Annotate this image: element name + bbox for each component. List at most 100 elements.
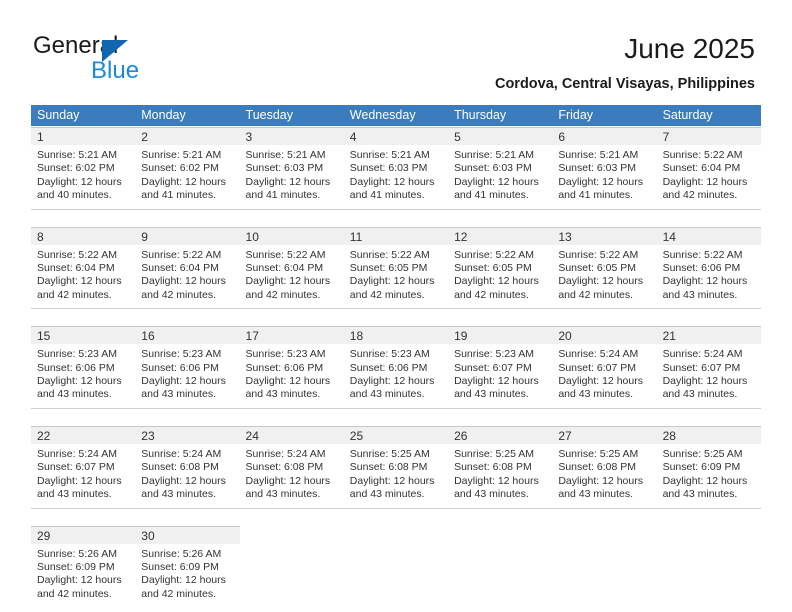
day-cell[interactable]: 18 Sunrise: 5:23 AM Sunset: 6:06 PM Dayl…: [343, 326, 449, 408]
day-cell[interactable]: 6 Sunrise: 5:21 AM Sunset: 6:03 PM Dayli…: [552, 127, 657, 209]
day-number: 25: [349, 428, 364, 443]
sunrise-line: Sunrise: 5:21 AM: [141, 149, 222, 161]
weekday-header-saturday: Saturday: [662, 108, 713, 122]
day-cell[interactable]: 23 Sunrise: 5:24 AM Sunset: 6:08 PM Dayl…: [135, 425, 240, 508]
day-number: 20: [558, 329, 572, 344]
sunset-line: Sunset: 6:06 PM: [662, 262, 741, 275]
day-details: Sunrise: 5:21 AM Sunset: 6:03 PM Dayligh…: [448, 145, 552, 209]
daylight-line-1: Daylight: 12 hours: [349, 474, 435, 487]
day-details: Sunrise: 5:21 AM Sunset: 6:03 PM Dayligh…: [344, 145, 448, 209]
day-details: Sunrise: 5:21 AM Sunset: 6:02 PM Dayligh…: [135, 145, 239, 209]
sunset-line: Sunset: 6:04 PM: [245, 262, 324, 275]
daylight-line-2: and 41 minutes.: [454, 189, 529, 202]
daylight-line-1: Daylight: 12 hours: [37, 375, 122, 388]
day-number: 26: [454, 428, 468, 443]
day-number: 29: [37, 528, 51, 543]
day-cell[interactable]: 27 Sunrise: 5:25 AM Sunset: 6:08 PM Dayl…: [552, 425, 657, 508]
sunset-line: Sunset: 6:09 PM: [662, 461, 741, 474]
day-cell[interactable]: 15 Sunrise: 5:23 AM Sunset: 6:06 PM Dayl…: [31, 326, 136, 408]
sunset-line: Sunset: 6:04 PM: [662, 162, 741, 175]
day-number-bar: 28: [656, 425, 761, 444]
day-details: Sunrise: 5:24 AM Sunset: 6:07 PM Dayligh…: [31, 444, 135, 508]
day-number-bar: 19: [448, 326, 553, 345]
day-cell[interactable]: 4 Sunrise: 5:21 AM Sunset: 6:03 PM Dayli…: [343, 127, 449, 209]
day-cell[interactable]: 29 Sunrise: 5:26 AM Sunset: 6:09 PM Dayl…: [31, 525, 136, 608]
day-cell[interactable]: 20 Sunrise: 5:24 AM Sunset: 6:07 PM Dayl…: [552, 326, 657, 408]
sunset-line: Sunset: 6:07 PM: [558, 361, 636, 374]
sunset-line: Sunset: 6:09 PM: [37, 560, 115, 573]
day-cell[interactable]: 5 Sunrise: 5:21 AM Sunset: 6:03 PM Dayli…: [448, 127, 553, 209]
sunrise-line: Sunrise: 5:25 AM: [662, 447, 743, 460]
day-number: 15: [37, 329, 51, 344]
day-details: Sunrise: 5:22 AM Sunset: 6:04 PM Dayligh…: [657, 145, 761, 209]
weekday-header-friday: Friday: [558, 108, 594, 122]
sunrise-line: Sunrise: 5:22 AM: [349, 248, 430, 261]
daylight-line-2: and 42 minutes.: [245, 288, 321, 301]
sunrise-line: Sunrise: 5:24 AM: [37, 447, 117, 460]
day-cell[interactable]: 8 Sunrise: 5:22 AM Sunset: 6:04 PM Dayli…: [31, 226, 136, 309]
day-cell[interactable]: 9 Sunrise: 5:22 AM Sunset: 6:04 PM Dayli…: [135, 226, 240, 309]
calendar-week-row: 1 Sunrise: 5:21 AM Sunset: 6:02 PM Dayli…: [31, 126, 761, 209]
day-cell[interactable]: 12 Sunrise: 5:22 AM Sunset: 6:05 PM Dayl…: [448, 226, 553, 309]
day-number: 11: [349, 229, 363, 244]
day-cell[interactable]: 14 Sunrise: 5:22 AM Sunset: 6:06 PM Dayl…: [656, 226, 761, 309]
day-cell[interactable]: 1 Sunrise: 5:21 AM Sunset: 6:02 PM Dayli…: [31, 127, 136, 209]
day-number-bar: 20: [552, 326, 657, 345]
day-number-bar: 8: [31, 226, 136, 245]
day-number: 4: [349, 130, 357, 144]
day-details: Sunrise: 5:21 AM Sunset: 6:03 PM Dayligh…: [552, 145, 656, 209]
day-number-bar: 13: [552, 226, 657, 245]
sunset-line: Sunset: 6:06 PM: [349, 361, 428, 374]
day-cell[interactable]: 2 Sunrise: 5:21 AM Sunset: 6:02 PM Dayli…: [135, 127, 240, 209]
day-cell[interactable]: 26 Sunrise: 5:25 AM Sunset: 6:08 PM Dayl…: [448, 425, 553, 508]
daylight-line-2: and 43 minutes.: [141, 488, 216, 501]
daylight-line-1: Daylight: 12 hours: [558, 275, 643, 288]
day-cell[interactable]: 7 Sunrise: 5:22 AM Sunset: 6:04 PM Dayli…: [656, 127, 761, 209]
sunset-line: Sunset: 6:03 PM: [349, 162, 428, 175]
day-number-bar: 2: [135, 127, 240, 145]
day-cell[interactable]: 24 Sunrise: 5:24 AM Sunset: 6:08 PM Dayl…: [239, 425, 344, 508]
day-cell[interactable]: 17 Sunrise: 5:23 AM Sunset: 6:06 PM Dayl…: [239, 326, 344, 408]
week-spacer: [31, 508, 761, 525]
calendar-page: General Blue June 2025 Cordova, Central …: [0, 0, 792, 612]
day-cell[interactable]: 10 Sunrise: 5:22 AM Sunset: 6:04 PM Dayl…: [239, 226, 344, 309]
daylight-line-2: and 43 minutes.: [245, 488, 321, 501]
day-cell[interactable]: 25 Sunrise: 5:25 AM Sunset: 6:08 PM Dayl…: [343, 425, 449, 508]
daylight-line-1: Daylight: 12 hours: [558, 175, 643, 188]
daylight-line-2: and 41 minutes.: [558, 189, 634, 202]
daylight-line-2: and 43 minutes.: [662, 488, 738, 501]
sunset-line: Sunset: 6:08 PM: [558, 461, 636, 474]
daylight-line-1: Daylight: 12 hours: [558, 375, 643, 388]
day-number-bar: 23: [135, 425, 240, 444]
day-number: 10: [245, 229, 259, 244]
day-cell[interactable]: 19 Sunrise: 5:23 AM Sunset: 6:07 PM Dayl…: [448, 326, 553, 408]
day-cell[interactable]: 21 Sunrise: 5:24 AM Sunset: 6:07 PM Dayl…: [656, 326, 761, 408]
day-cell[interactable]: 30 Sunrise: 5:26 AM Sunset: 6:09 PM Dayl…: [135, 525, 240, 608]
day-number: 23: [141, 428, 155, 443]
daylight-line-1: Daylight: 12 hours: [141, 175, 226, 188]
day-cell-empty: [239, 525, 344, 608]
day-cell[interactable]: 22 Sunrise: 5:24 AM Sunset: 6:07 PM Dayl…: [31, 425, 136, 508]
daylight-line-1: Daylight: 12 hours: [662, 175, 748, 188]
day-number: 16: [141, 329, 155, 344]
day-cell[interactable]: 16 Sunrise: 5:23 AM Sunset: 6:06 PM Dayl…: [135, 326, 240, 408]
day-cell[interactable]: 28 Sunrise: 5:25 AM Sunset: 6:09 PM Dayl…: [656, 425, 761, 508]
day-details: Sunrise: 5:22 AM Sunset: 6:04 PM Dayligh…: [31, 245, 135, 309]
day-number-bar: 10: [239, 226, 344, 245]
week-spacer: [31, 209, 761, 226]
day-cell[interactable]: 3 Sunrise: 5:21 AM Sunset: 6:03 PM Dayli…: [239, 127, 344, 209]
day-cell-empty: [448, 525, 553, 608]
day-cell[interactable]: 11 Sunrise: 5:22 AM Sunset: 6:05 PM Dayl…: [343, 226, 449, 309]
daylight-line-2: and 41 minutes.: [141, 189, 216, 202]
day-number-bar: 25: [343, 425, 449, 444]
day-number: 21: [662, 329, 676, 344]
daylight-line-1: Daylight: 12 hours: [662, 375, 748, 388]
day-cell[interactable]: 13 Sunrise: 5:22 AM Sunset: 6:05 PM Dayl…: [552, 226, 657, 309]
sunset-line: Sunset: 6:07 PM: [454, 361, 532, 374]
sunrise-line: Sunrise: 5:25 AM: [454, 447, 535, 460]
daylight-line-2: and 42 minutes.: [349, 288, 425, 301]
generalblue-logo[interactable]: General Blue: [33, 32, 213, 84]
sunset-line: Sunset: 6:04 PM: [141, 262, 219, 275]
day-details: [448, 544, 552, 599]
daylight-line-2: and 42 minutes.: [37, 587, 112, 600]
